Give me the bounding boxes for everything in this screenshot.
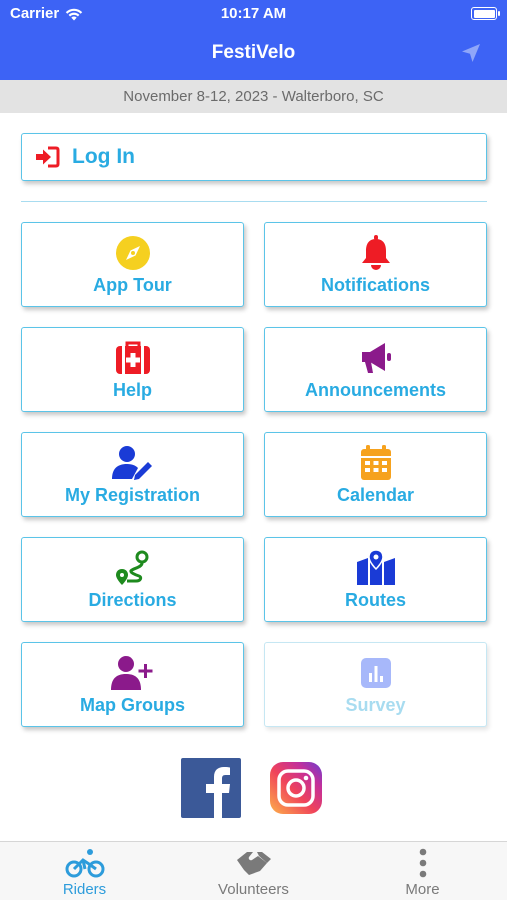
- location-arrow-icon[interactable]: [459, 41, 483, 65]
- tile-label: Calendar: [336, 485, 415, 505]
- user-plus-icon: [110, 656, 152, 690]
- route-icon: [115, 550, 148, 585]
- announcements-button[interactable]: Announcements: [264, 327, 487, 412]
- app-header: Carrier 10:17 AM FestiVelo: [0, 0, 507, 80]
- calendar-icon: [360, 445, 391, 480]
- my-registration-button[interactable]: My Registration: [21, 432, 244, 517]
- help-button[interactable]: Help: [21, 327, 244, 412]
- status-bar: Carrier 10:17 AM: [0, 0, 507, 28]
- tile-label: App Tour: [93, 275, 172, 295]
- facebook-icon[interactable]: [181, 758, 241, 818]
- routes-button[interactable]: Routes: [264, 537, 487, 622]
- page-title: FestiVelo: [211, 42, 296, 63]
- tile-label: Survey: [345, 695, 406, 715]
- megaphone-icon: [361, 343, 391, 373]
- tab-bar: Riders Volunteers More: [0, 841, 507, 900]
- user-edit-icon: [111, 446, 152, 480]
- tile-label: Map Groups: [79, 695, 185, 715]
- tile-label: Routes: [344, 590, 406, 610]
- tab-more[interactable]: More: [338, 842, 507, 900]
- bicycle-icon: [65, 849, 104, 878]
- tile-label: Notifications: [320, 275, 430, 295]
- tile-label: My Registration: [64, 485, 201, 505]
- app-tour-button[interactable]: App Tour: [21, 222, 244, 307]
- tab-label: Riders: [62, 881, 107, 898]
- calendar-button[interactable]: Calendar: [264, 432, 487, 517]
- login-button[interactable]: Log In: [21, 133, 487, 181]
- tile-label: Announcements: [304, 380, 446, 400]
- login-label: Log In: [72, 145, 135, 168]
- map-groups-button[interactable]: Map Groups: [21, 642, 244, 727]
- map-icon: [356, 550, 395, 585]
- battery-icon: [471, 7, 500, 20]
- divider: [21, 201, 487, 202]
- instagram-icon[interactable]: [266, 758, 326, 818]
- event-date-location: November 8-12, 2023 - Walterboro, SC: [0, 80, 507, 113]
- tab-volunteers[interactable]: Volunteers: [169, 842, 338, 900]
- compass-icon: [115, 236, 150, 270]
- status-time: 10:17 AM: [220, 5, 287, 22]
- more-vertical-icon: [419, 848, 426, 878]
- directions-button[interactable]: Directions: [21, 537, 244, 622]
- sign-in-icon: [36, 146, 60, 168]
- tile-label: Help: [112, 380, 152, 400]
- notifications-button[interactable]: Notifications: [264, 222, 487, 307]
- survey-button[interactable]: Survey: [264, 642, 487, 727]
- tile-label: Directions: [88, 590, 177, 610]
- tab-label: Volunteers: [218, 881, 289, 898]
- bar-chart-icon: [360, 658, 391, 688]
- bell-icon: [361, 235, 390, 270]
- tab-label: More: [405, 881, 440, 898]
- first-aid-kit-icon: [115, 341, 150, 374]
- handshake-icon: [236, 852, 271, 875]
- tab-riders[interactable]: Riders: [0, 842, 169, 900]
